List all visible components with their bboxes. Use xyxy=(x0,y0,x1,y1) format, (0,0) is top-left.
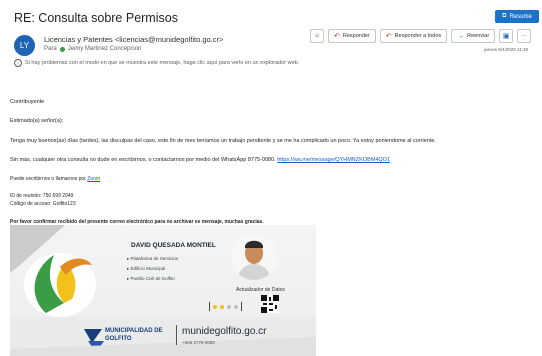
signature-bullet: ▸ Plataforma de Servicios xyxy=(127,256,179,261)
reply-all-icon: ↶ xyxy=(385,33,392,40)
sender-address[interactable]: Licencias y Patentes <licencias@munidego… xyxy=(44,35,223,44)
contact-paragraph: Sin más, cualquier otra consulta no dude… xyxy=(10,157,390,163)
profile-photo xyxy=(231,234,277,280)
dot-yellow xyxy=(213,304,217,309)
more-button[interactable]: ··· xyxy=(517,29,532,43)
separator xyxy=(176,325,177,345)
emoji-button[interactable]: ☺ xyxy=(310,29,324,43)
phone-number: +506 2775-0080 xyxy=(182,340,215,345)
bullet-text: Pueblo Civil de Golfito xyxy=(130,276,175,281)
info-icon: i xyxy=(14,59,22,67)
info-text: Si hay problemas con el modo en que se m… xyxy=(25,60,300,66)
resume-icon: ⧉ xyxy=(502,13,507,19)
zoom-link[interactable]: Zoom xyxy=(87,176,100,182)
divider xyxy=(241,302,242,311)
resume-button[interactable]: ⧉ Resume xyxy=(495,10,539,23)
meeting-id: ID de reunión: 750 699 2949 xyxy=(10,193,74,199)
municipality-name: MUNICIPALIDAD DE GOLFITO xyxy=(105,327,163,343)
footer-band xyxy=(10,337,316,356)
reply-icon: ↶ xyxy=(334,33,340,40)
reply-all-label: Responder a todos xyxy=(394,33,442,39)
teams-icon: ▣ xyxy=(502,33,510,40)
recipient-line: Para Jeimy Martinez Concepcion xyxy=(44,46,141,52)
info-bar[interactable]: i Si hay problemas con el modo en que se… xyxy=(14,59,299,67)
dot-gray xyxy=(234,304,238,309)
divider xyxy=(209,302,210,311)
message-actions: ☺ ↶ Responder ↶ Responder a todos → Reen… xyxy=(310,29,532,43)
access-code: Código de acceso: Golfito123 xyxy=(10,201,76,207)
contact-text: Sin más, cualquier otra consulta no dude… xyxy=(10,157,278,163)
email-signature: DAVID QUESADA MONTIEL ▸ Plataforma de Se… xyxy=(10,225,316,356)
zoom-paragraph: Puede escribirnos o llamarnos por Zoom xyxy=(10,176,100,182)
website: munidegolfito.go.cr xyxy=(182,326,267,337)
to-label: Para xyxy=(44,46,57,52)
reply-button[interactable]: ↶ Responder xyxy=(328,29,376,43)
dot-yellow xyxy=(220,304,224,309)
dot-gray xyxy=(227,304,231,309)
bullet-text: Edificio Municipal xyxy=(130,266,166,271)
teams-button[interactable]: ▣ xyxy=(499,29,514,43)
reply-all-button[interactable]: ↶ Responder a todos xyxy=(379,29,448,43)
signature-bullet: ▸ Pueblo Civil de Golfito xyxy=(127,276,175,281)
forward-button[interactable]: → Reenviar xyxy=(451,29,496,43)
forward-icon: → xyxy=(457,32,465,40)
resume-label: Resume xyxy=(509,13,532,20)
qr-code-icon xyxy=(261,295,279,313)
email-subject: RE: Consulta sobre Permisos xyxy=(14,11,178,25)
person-icon xyxy=(231,234,277,280)
org-line1: MUNICIPALIDAD DE xyxy=(105,328,163,334)
greeting: Estimado(a) señor(a): xyxy=(10,118,64,124)
message-paragraph: Tenga muy buenos(as) días (tardes), las … xyxy=(10,138,436,144)
signature-bullet: ▸ Edificio Municipal xyxy=(127,266,166,271)
forward-label: Reenviar xyxy=(467,33,490,39)
more-icon: ··· xyxy=(521,33,527,39)
bullet-text: Plataforma de Servicios xyxy=(130,256,179,261)
reply-label: Responder xyxy=(342,33,370,39)
presence-icon xyxy=(59,46,65,52)
recipient-name[interactable]: Jeimy Martinez Concepcion xyxy=(68,46,142,52)
org-line2: GOLFITO xyxy=(105,336,132,342)
signature-name: DAVID QUESADA MONTIEL xyxy=(131,242,216,249)
greeting-recipient: Contribuyente xyxy=(10,99,45,105)
whatsapp-link[interactable]: https://wa.me/message/QYHMNZKOBM4QO1 xyxy=(277,157,390,163)
zoom-text: Puede escribirnos o llamarnos por xyxy=(10,176,88,182)
sender-avatar: LY xyxy=(14,35,35,56)
color-dots xyxy=(209,302,242,311)
smiley-icon: ☺ xyxy=(314,33,320,39)
received-date: jueves 9/4/2020 11:29 xyxy=(484,47,528,52)
signature-role: Actualizador de Datos xyxy=(236,287,285,293)
muni-arrow-icon xyxy=(84,329,102,343)
